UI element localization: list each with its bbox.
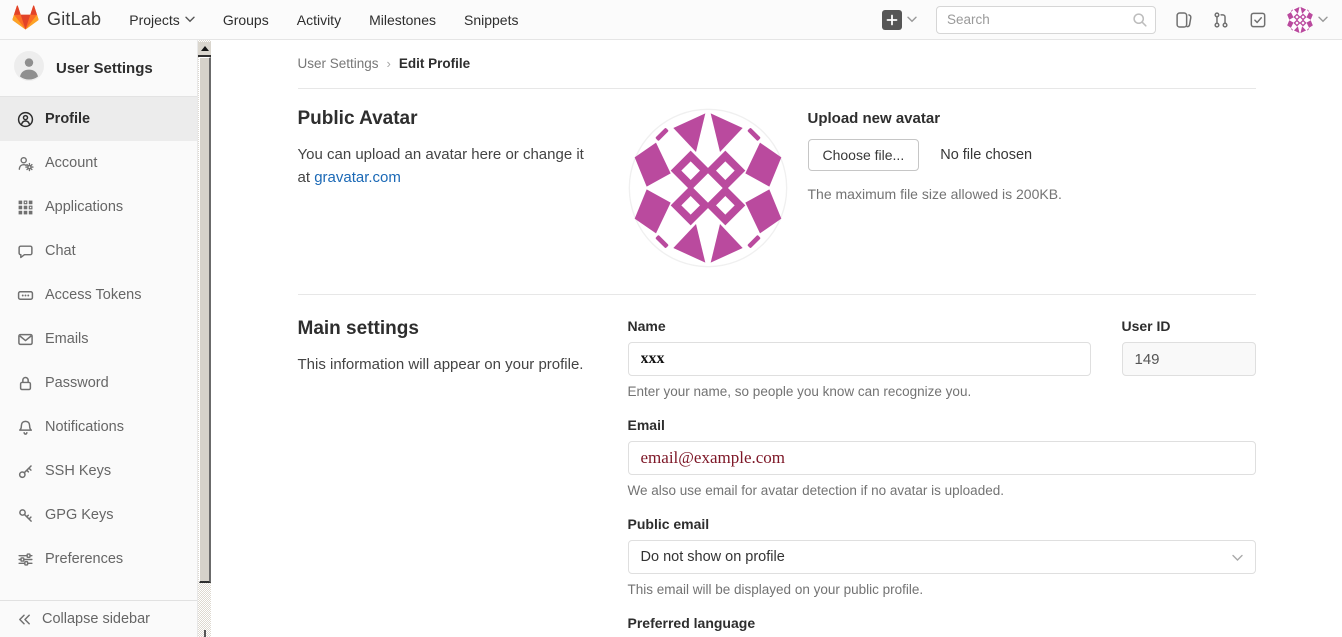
sidebar-item-ssh-keys[interactable]: SSH Keys (0, 449, 197, 493)
name-label: Name (628, 318, 1091, 334)
name-help-text: Enter your name, so people you know can … (628, 384, 1091, 399)
email-field-group: Email We also use email for avatar detec… (628, 417, 1256, 498)
main-settings-description: This information will appear on your pro… (298, 353, 592, 376)
public-email-help-text: This email will be displayed on your pub… (628, 582, 1256, 597)
breadcrumb-current: Edit Profile (399, 56, 470, 71)
scroll-up-arrow-icon (201, 46, 209, 51)
scrollbar-down-button[interactable] (204, 630, 206, 637)
primary-nav: Projects Groups Activity Milestones Snip… (129, 12, 518, 28)
main-content: User Settings › Edit Profile Public Avat… (211, 40, 1342, 637)
user-id-label: User ID (1122, 318, 1256, 334)
collapse-icon (17, 612, 32, 627)
search-input[interactable] (936, 6, 1156, 34)
sidebar-item-notifications[interactable]: Notifications (0, 405, 197, 449)
name-input[interactable] (628, 342, 1091, 376)
sidebar-item-preferences[interactable]: Preferences (0, 537, 197, 581)
password-icon (17, 375, 34, 392)
max-file-size-text: The maximum file size allowed is 200KB. (808, 186, 1062, 202)
merge-request-icon[interactable] (1212, 11, 1230, 29)
account-icon (17, 155, 34, 172)
name-field-group: Name Enter your name, so people you know… (628, 318, 1091, 399)
breadcrumb-separator: › (387, 56, 391, 71)
email-label: Email (628, 417, 1256, 433)
issues-icon[interactable] (1175, 11, 1193, 29)
sidebar-item-profile[interactable]: Profile (0, 97, 197, 141)
public-email-label: Public email (628, 516, 1256, 532)
profile-icon (17, 111, 34, 128)
top-navbar: GitLab Projects Groups Activity Mileston… (0, 0, 1342, 40)
sidebar-header: User Settings (0, 40, 197, 97)
user-settings-avatar (14, 51, 44, 86)
chevron-down-icon (907, 16, 917, 23)
scrollbar-thumb[interactable] (199, 57, 211, 583)
sidebar-scrollbar[interactable] (197, 40, 211, 637)
upload-new-avatar-title: Upload new avatar (808, 110, 1062, 127)
navbar-right (882, 6, 1328, 34)
user-menu-button[interactable] (1286, 6, 1328, 34)
nav-item-projects[interactable]: Projects (129, 12, 195, 28)
sidebar-item-chat[interactable]: Chat (0, 229, 197, 273)
chevron-down-icon (1232, 554, 1243, 562)
new-dropdown-button[interactable] (882, 10, 917, 30)
chevron-down-icon (185, 16, 195, 23)
public-avatar-section: Public Avatar You can upload an avatar h… (298, 89, 1256, 294)
gitlab-logo[interactable]: GitLab (12, 5, 101, 35)
search-box (936, 6, 1156, 34)
user-avatar (1286, 6, 1314, 34)
sidebar-item-emails[interactable]: Emails (0, 317, 197, 361)
chat-icon (17, 243, 34, 260)
sidebar-title: User Settings (56, 60, 153, 77)
collapse-sidebar-button[interactable]: Collapse sidebar (0, 600, 197, 637)
sidebar-item-account[interactable]: Account (0, 141, 197, 185)
profile-avatar-image (628, 108, 788, 268)
email-input[interactable] (628, 441, 1256, 475)
user-id-field-group: User ID (1122, 318, 1256, 399)
chevron-down-icon (1318, 16, 1328, 23)
applications-icon (17, 199, 34, 216)
nav-item-milestones[interactable]: Milestones (369, 12, 436, 28)
preferences-icon (17, 551, 34, 568)
logo-text: GitLab (47, 9, 101, 30)
notifications-icon (17, 419, 34, 436)
sidebar-item-gpg-keys[interactable]: GPG Keys (0, 493, 197, 537)
preferred-language-field-group: Preferred language (628, 615, 1256, 637)
user-id-input (1122, 342, 1256, 376)
sidebar-item-access-tokens[interactable]: Access Tokens (0, 273, 197, 317)
main-settings-section: Main settings This information will appe… (298, 295, 1256, 637)
breadcrumb-user-settings[interactable]: User Settings (298, 56, 379, 71)
settings-sidebar: User Settings Profile Account Applicatio (0, 40, 197, 637)
public-avatar-title: Public Avatar (298, 108, 592, 130)
gravatar-link[interactable]: gravatar.com (314, 169, 401, 186)
scrollbar-up-button[interactable] (198, 42, 211, 57)
breadcrumb: User Settings › Edit Profile (298, 40, 1256, 89)
nav-item-activity[interactable]: Activity (297, 12, 341, 28)
ssh-keys-icon (17, 463, 34, 480)
sidebar-item-password[interactable]: Password (0, 361, 197, 405)
search-icon (1132, 12, 1148, 33)
nav-item-snippets[interactable]: Snippets (464, 12, 518, 28)
email-help-text: We also use email for avatar detection i… (628, 483, 1256, 498)
no-file-chosen-text: No file chosen (940, 147, 1032, 163)
plus-icon (882, 10, 902, 30)
main-settings-title: Main settings (298, 318, 592, 340)
public-email-field-group: Public email Do not show on profile This… (628, 516, 1256, 597)
access-tokens-icon (17, 287, 34, 304)
emails-icon (17, 331, 34, 348)
tanuki-icon (12, 5, 39, 35)
nav-item-groups[interactable]: Groups (223, 12, 269, 28)
preferred-language-label: Preferred language (628, 615, 1256, 631)
sidebar-item-applications[interactable]: Applications (0, 185, 197, 229)
gpg-keys-icon (17, 507, 34, 524)
todos-icon[interactable] (1249, 11, 1267, 29)
public-email-select[interactable]: Do not show on profile (628, 540, 1256, 574)
public-avatar-description: You can upload an avatar here or change … (298, 143, 592, 190)
choose-file-button[interactable]: Choose file... (808, 139, 920, 171)
